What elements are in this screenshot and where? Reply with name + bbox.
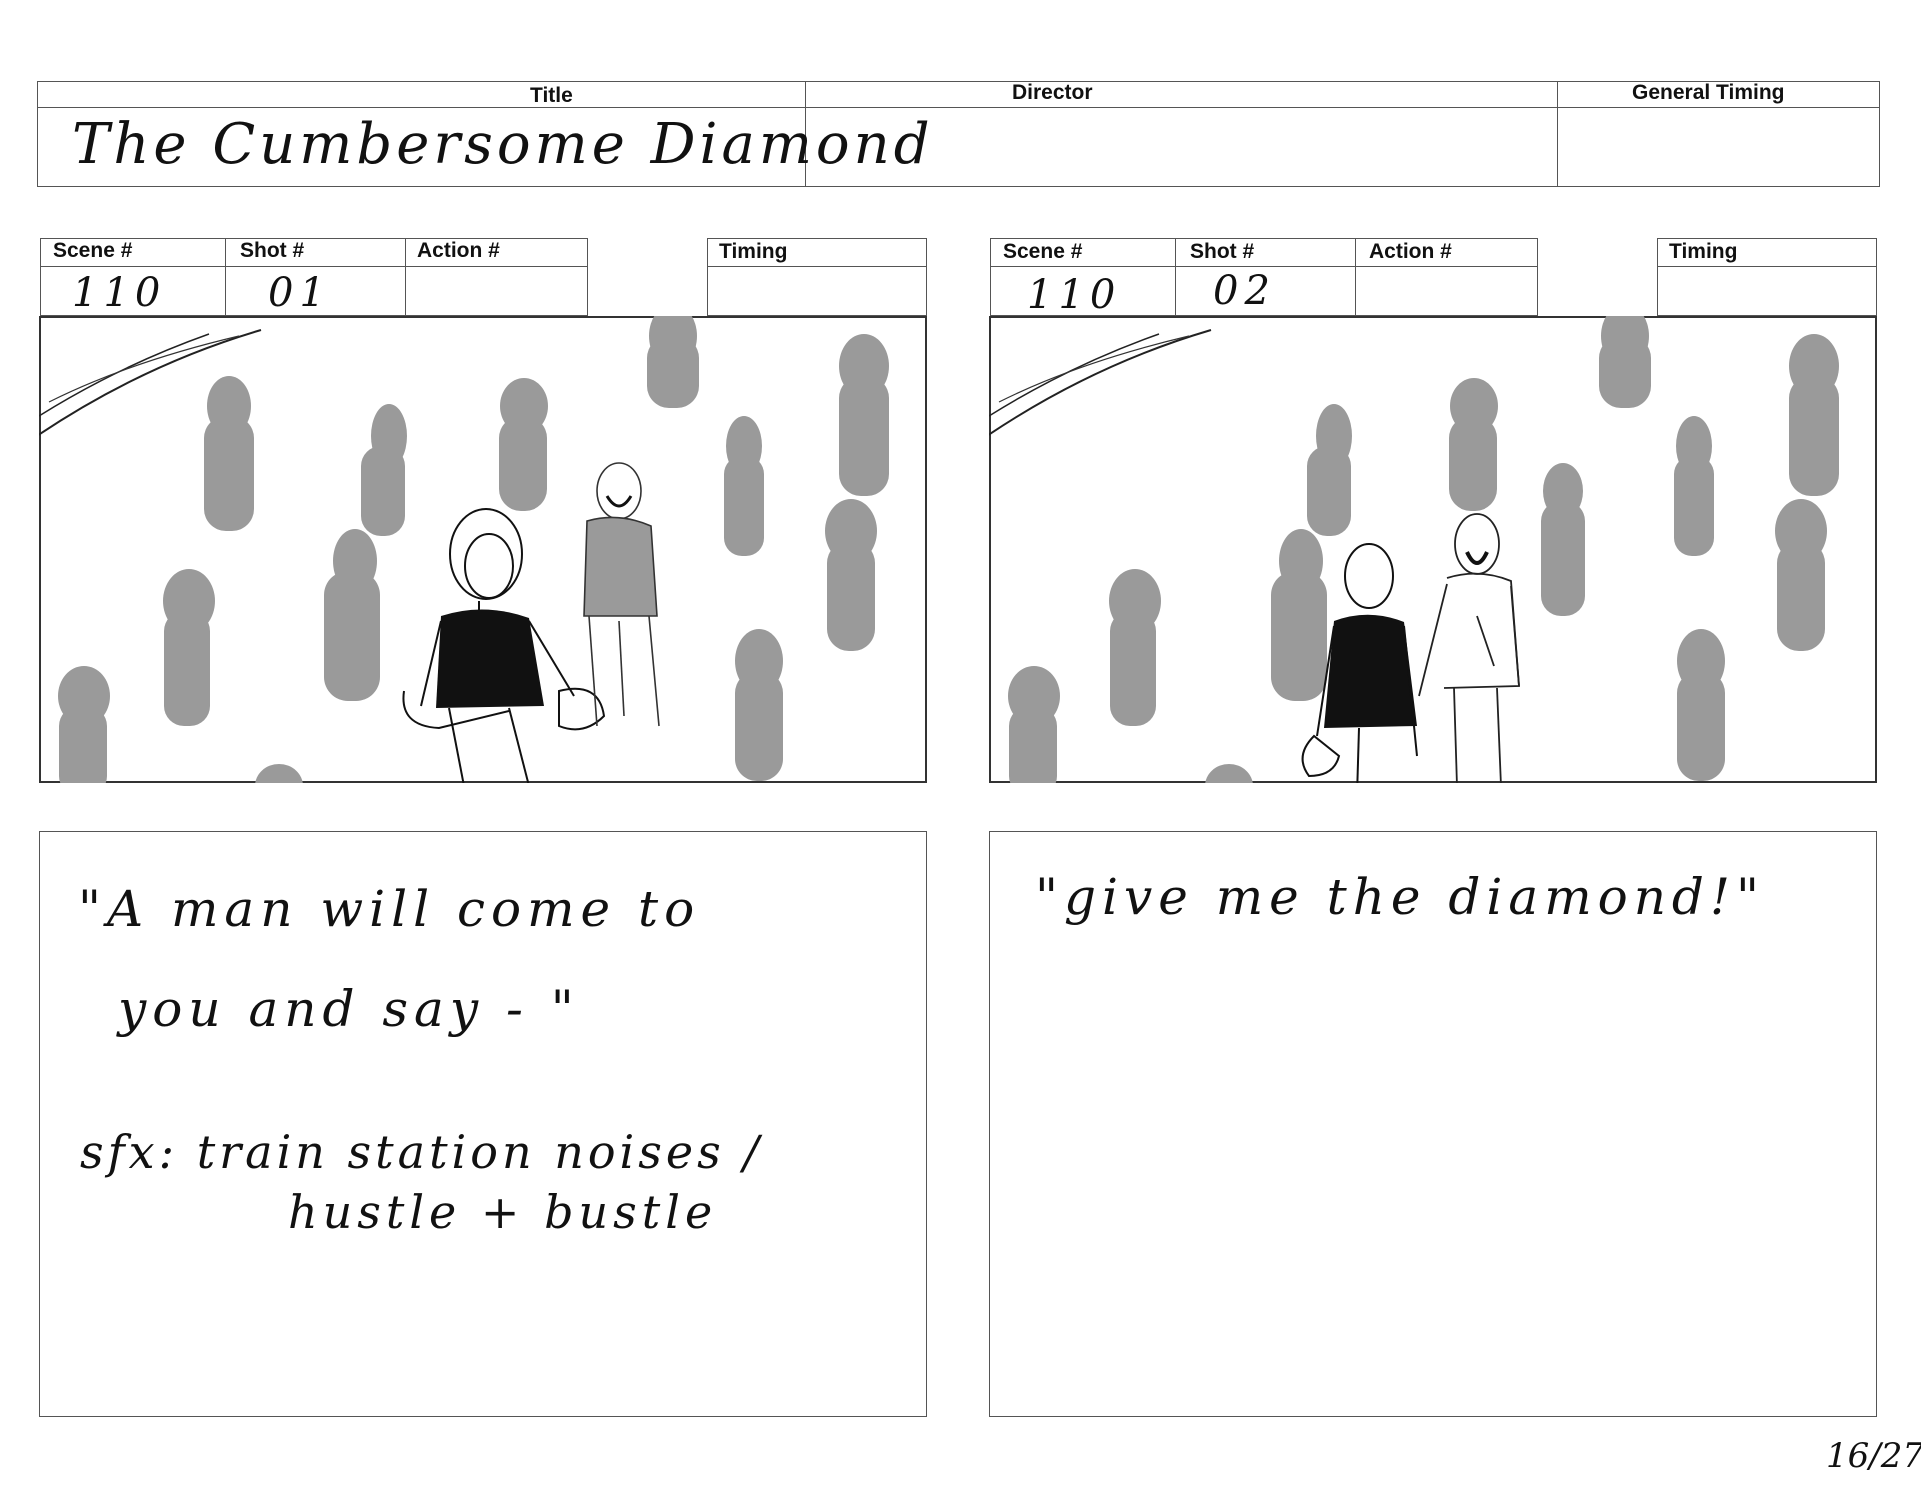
scene-label: Scene # — [1003, 240, 1083, 263]
note-line[interactable]: hustle + bustle — [288, 1185, 717, 1239]
timing-label: Timing — [1669, 240, 1738, 263]
header-divider — [37, 107, 1880, 108]
title-value[interactable]: The Cumbersome Diamond — [72, 112, 934, 177]
director-label: Director — [1012, 81, 1093, 104]
sketch-drawing — [39, 316, 889, 783]
shot-label: Shot # — [240, 239, 305, 262]
note-line[interactable]: you and say - " — [118, 980, 580, 1038]
page-number: 16/27 — [1826, 1436, 1921, 1476]
header-col-divider-2 — [1557, 81, 1558, 187]
note-line[interactable]: "A man will come to — [78, 880, 700, 938]
shot-info-col-divider — [1175, 238, 1176, 316]
sketch-drawing — [989, 316, 1839, 783]
timing-divider — [707, 266, 927, 267]
scene-label: Scene # — [53, 239, 133, 262]
shot-info-col-divider — [225, 238, 226, 316]
shot-label: Shot # — [1190, 240, 1255, 263]
note-line[interactable]: "give me the diamond!" — [1035, 868, 1765, 926]
shot-info-col-divider — [1355, 238, 1356, 316]
shot-value[interactable]: 02 — [1213, 268, 1276, 314]
title-label: Title — [530, 84, 573, 107]
shot-info-divider — [990, 266, 1538, 267]
shot-info-col-divider — [405, 238, 406, 316]
action-label: Action # — [1369, 240, 1452, 263]
note-line[interactable]: sfx: train station noises / — [80, 1125, 763, 1179]
timing-label: Timing — [719, 240, 788, 263]
scene-value[interactable]: 110 — [1027, 272, 1121, 318]
action-label: Action # — [417, 239, 500, 262]
general-timing-label: General Timing — [1632, 81, 1785, 104]
timing-divider — [1657, 266, 1877, 267]
shot-value[interactable]: 01 — [268, 270, 331, 316]
scene-value[interactable]: 110 — [72, 270, 166, 316]
shot-info-divider — [40, 266, 588, 267]
